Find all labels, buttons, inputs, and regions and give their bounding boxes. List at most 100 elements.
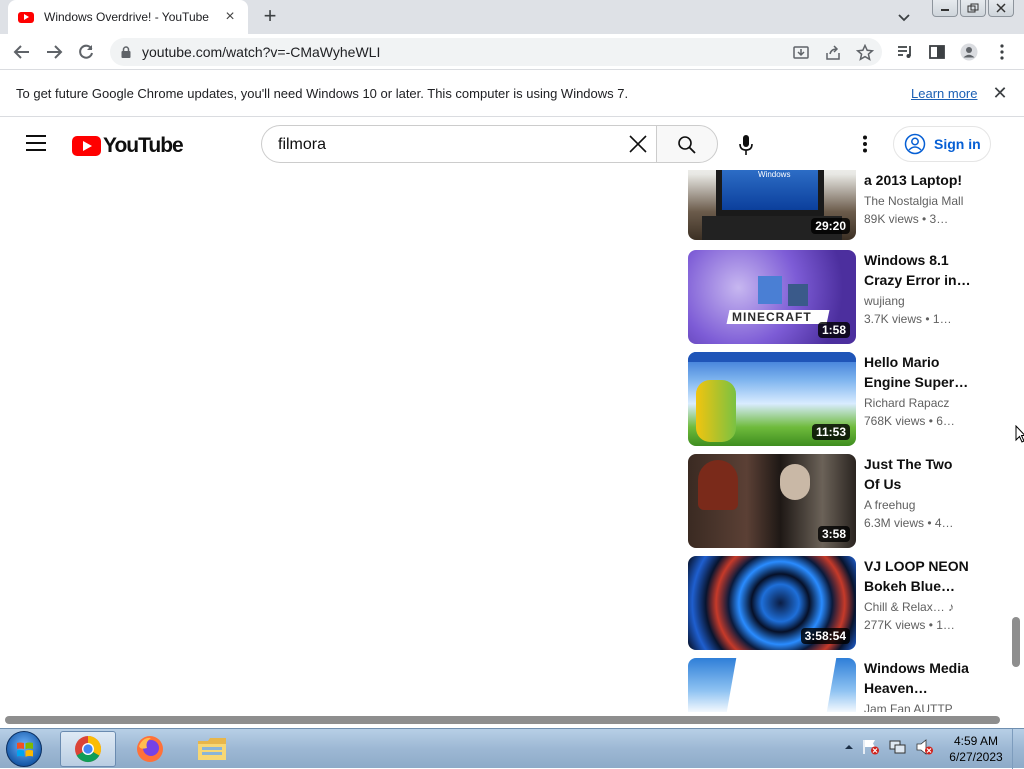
video-title[interactable]: Windows Media Heaven… <box>864 658 974 698</box>
side-panel-icon[interactable] <box>928 43 946 61</box>
taskbar-firefox[interactable] <box>122 731 178 767</box>
firefox-icon <box>137 736 163 762</box>
tab-youtube[interactable]: Windows Overdrive! - YouTube × <box>8 0 248 34</box>
video-duration: 1:58 <box>817 322 850 338</box>
forward-button[interactable] <box>42 40 66 64</box>
close-window-button[interactable] <box>988 0 1014 17</box>
search-input[interactable]: filmora <box>261 125 656 163</box>
taskbar-file-explorer[interactable] <box>184 731 240 767</box>
video-thumbnail[interactable]: MINECRAFT 1:58 <box>688 250 856 344</box>
channel-name[interactable]: wujiang <box>864 294 974 308</box>
share-icon[interactable] <box>824 44 842 62</box>
settings-menu-icon[interactable] <box>862 135 868 153</box>
video-duration: 3:58 <box>817 526 850 542</box>
notification-area <box>845 739 934 755</box>
taskbar-chrome[interactable] <box>60 731 116 767</box>
related-video[interactable]: 3:58 Just The Two Of Us A freehug 6.3M vi… <box>688 454 988 548</box>
mouse-cursor-icon <box>1015 425 1024 443</box>
reload-button[interactable] <box>74 40 98 64</box>
infobar-close-icon[interactable]: ✕ <box>991 83 1009 104</box>
video-thumbnail[interactable]: Windows 29:20 <box>688 170 856 240</box>
related-video[interactable]: Windows 29:20 a 2013 Laptop! The Nostalg… <box>688 170 988 240</box>
related-video[interactable]: Windows Media Heaven… Jam Fan AUTTP <box>688 658 988 712</box>
channel-name[interactable]: Jam Fan AUTTP <box>864 702 974 712</box>
video-title[interactable]: Hello Mario Engine Super… <box>864 352 974 392</box>
horizontal-scrollbar-thumb[interactable] <box>5 716 1000 724</box>
update-infobar: To get future Google Chrome updates, you… <box>0 71 1024 117</box>
related-video[interactable]: 3:58:54 VJ LOOP NEON Bokeh Blue… Chill & … <box>688 556 988 650</box>
youtube-play-logo-icon <box>72 136 101 156</box>
youtube-logo-text: YouTube <box>103 134 184 157</box>
system-clock[interactable]: 4:59 AM 6/27/2023 <box>944 733 1008 765</box>
tab-search-chevron-icon[interactable] <box>894 7 914 27</box>
vertical-scrollbar-thumb[interactable] <box>1012 617 1020 667</box>
tab-strip: Windows Overdrive! - YouTube × + <box>0 0 1024 34</box>
clock-date: 6/27/2023 <box>949 750 1003 764</box>
search-button[interactable] <box>656 125 718 163</box>
view-count: 277K views • 1… <box>864 618 955 632</box>
close-window-icon <box>996 3 1006 13</box>
restore-button[interactable] <box>960 0 986 17</box>
channel-name[interactable]: A freehug <box>864 498 974 512</box>
forward-arrow-icon <box>47 45 63 59</box>
youtube-favicon-icon <box>18 11 34 23</box>
video-duration: 11:53 <box>811 424 850 440</box>
guide-menu-icon[interactable] <box>26 135 46 151</box>
clear-search-icon[interactable] <box>628 134 648 154</box>
video-duration: 3:58:54 <box>800 628 850 644</box>
video-title[interactable]: a 2013 Laptop! <box>864 170 974 190</box>
youtube-logo[interactable]: YouTube <box>72 134 184 158</box>
video-title[interactable]: Just The Two Of Us <box>864 454 974 494</box>
video-title[interactable]: Windows 8.1 Crazy Error in… <box>864 250 974 290</box>
action-center-flag-icon[interactable] <box>862 739 880 755</box>
network-icon[interactable] <box>889 739 907 755</box>
related-video[interactable]: MINECRAFT 1:58 Windows 8.1 Crazy Error in… <box>688 250 988 344</box>
video-thumbnail[interactable]: 11:53 <box>688 352 856 446</box>
view-count: 89K views • 3… <box>864 212 949 226</box>
channel-name[interactable]: Chill & Relax… ♪ <box>864 600 974 614</box>
sign-in-label: Sign in <box>934 136 981 152</box>
media-control-icon[interactable] <box>896 43 914 61</box>
back-button[interactable] <box>10 40 34 64</box>
learn-more-link[interactable]: Learn more <box>911 86 977 101</box>
folder-icon <box>198 738 226 760</box>
account-circle-icon <box>904 133 926 155</box>
reload-icon <box>79 44 93 59</box>
chrome-icon <box>75 735 102 763</box>
restore-icon <box>967 3 979 13</box>
search-icon <box>678 136 696 154</box>
window-controls <box>932 0 1014 17</box>
start-button[interactable] <box>6 731 42 767</box>
show-hidden-icons-icon[interactable] <box>845 743 853 751</box>
search-query[interactable]: filmora <box>278 136 326 154</box>
windows-logo-icon <box>17 742 33 757</box>
address-bar[interactable]: youtube.com/watch?v=-CMaWyheWLI <box>110 38 882 66</box>
view-count: 6.3M views • 4… <box>864 516 954 530</box>
profile-avatar-icon[interactable] <box>960 43 978 61</box>
url-text[interactable]: youtube.com/watch?v=-CMaWyheWLI <box>142 44 380 60</box>
install-app-icon[interactable] <box>792 44 810 62</box>
video-thumbnail[interactable]: 3:58:54 <box>688 556 856 650</box>
infobar-message: To get future Google Chrome updates, you… <box>16 86 629 101</box>
lock-icon <box>121 46 131 58</box>
microphone-icon[interactable] <box>736 134 756 156</box>
video-thumbnail[interactable] <box>688 658 856 712</box>
volume-muted-icon[interactable] <box>916 739 934 755</box>
close-tab-icon[interactable]: × <box>222 9 238 25</box>
show-desktop-button[interactable] <box>1012 729 1024 769</box>
channel-name[interactable]: The Nostalgia Mall <box>864 194 974 208</box>
new-tab-button[interactable]: + <box>258 5 282 29</box>
bookmark-star-icon[interactable] <box>856 44 874 62</box>
music-note-icon: ♪ <box>948 600 955 614</box>
video-title[interactable]: VJ LOOP NEON Bokeh Blue… <box>864 556 974 596</box>
minimize-button[interactable] <box>932 0 958 17</box>
related-video[interactable]: 11:53 Hello Mario Engine Super… Richard R… <box>688 352 988 446</box>
sign-in-button[interactable]: Sign in <box>893 126 991 162</box>
video-thumbnail[interactable]: 3:58 <box>688 454 856 548</box>
chrome-menu-icon[interactable] <box>993 43 1011 61</box>
browser-toolbar: youtube.com/watch?v=-CMaWyheWLI <box>0 34 1024 70</box>
clock-time: 4:59 AM <box>953 734 999 748</box>
tab-title: Windows Overdrive! - YouTube <box>44 10 209 24</box>
channel-name[interactable]: Richard Rapacz <box>864 396 974 410</box>
video-duration: 29:20 <box>811 218 850 234</box>
